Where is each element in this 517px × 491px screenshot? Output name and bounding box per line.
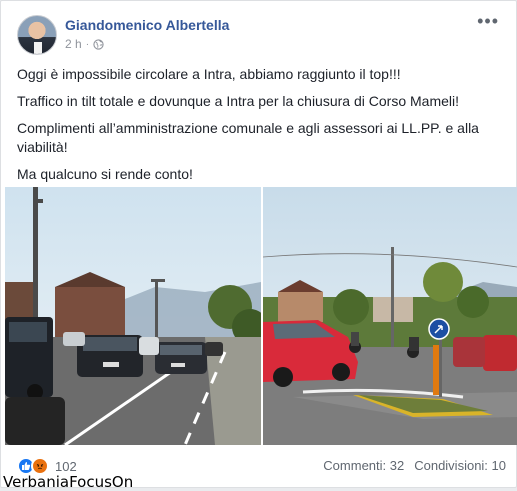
post-text: Oggi è impossibile circolare a Intra, ab…: [17, 65, 507, 192]
post-paragraph: Traffico in tilt totale e dovunque a Int…: [17, 93, 459, 109]
globe-icon[interactable]: [93, 38, 104, 50]
post-paragraph: Complimenti all’amministrazione comunale…: [17, 120, 479, 155]
meta-separator: ·: [85, 38, 90, 50]
avatar[interactable]: [17, 15, 57, 55]
reaction-count[interactable]: 102: [55, 459, 77, 474]
author-name[interactable]: Giandomenico Albertella: [65, 17, 229, 33]
photo-roundabout[interactable]: [263, 187, 517, 445]
shares-count[interactable]: Condivisioni: 10: [414, 458, 506, 473]
post-time[interactable]: 2 h: [65, 37, 82, 51]
post-card: Giandomenico Albertella 2 h · ••• Oggi è…: [0, 0, 517, 491]
post-paragraph: Oggi è impossibile circolare a Intra, ab…: [17, 66, 401, 82]
watermark: VerbaniaFocusOn: [3, 473, 134, 491]
photo-traffic-street[interactable]: [5, 187, 261, 445]
comments-count[interactable]: Commenti: 32: [323, 458, 404, 473]
post-meta: 2 h ·: [65, 37, 104, 51]
post-header: Giandomenico Albertella 2 h · •••: [17, 12, 507, 57]
post-stats: Commenti: 32 Condivisioni: 10: [323, 458, 506, 473]
more-options-icon[interactable]: •••: [477, 12, 499, 30]
post-paragraph: Ma qualcuno si rende conto!: [17, 166, 193, 182]
photo-grid: [5, 187, 517, 445]
